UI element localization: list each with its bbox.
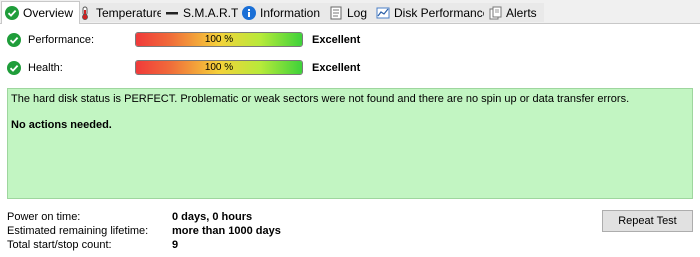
dash-icon <box>165 6 179 20</box>
info-icon <box>242 6 256 20</box>
performance-ok-icon <box>7 33 21 47</box>
performance-bar: 100 % <box>135 32 303 47</box>
thermometer-icon <box>78 6 92 20</box>
tab-disk-performance[interactable]: Disk Performance <box>372 3 497 22</box>
performance-percent: 100 % <box>204 34 234 45</box>
health-percent: 100 % <box>204 62 234 73</box>
tab-temperature[interactable]: Temperature <box>74 3 171 22</box>
lifetime-label: Estimated remaining lifetime: <box>7 225 149 237</box>
tab-alerts[interactable]: Alerts <box>484 3 544 22</box>
tab-label: Disk Performance <box>394 6 490 20</box>
tab-strip: Overview Temperature S.M.A.R.T. Informat… <box>0 0 700 24</box>
health-rating: Excellent <box>312 62 361 74</box>
tab-log[interactable]: Log <box>325 3 375 22</box>
tab-label: Temperature <box>96 6 164 20</box>
health-ok-icon <box>7 61 21 75</box>
repeat-test-button[interactable]: Repeat Test <box>602 210 693 232</box>
tab-label: Overview <box>23 6 74 20</box>
chart-icon <box>376 6 390 20</box>
startstop-label: Total start/stop count: <box>7 239 112 251</box>
tab-information[interactable]: Information <box>238 3 328 22</box>
action-message: No actions needed. <box>11 119 112 131</box>
tab-label: Information <box>260 6 321 20</box>
tab-overview[interactable]: Overview <box>1 1 81 24</box>
lifetime-value: more than 1000 days <box>172 225 281 237</box>
tab-label: Alerts <box>506 6 537 20</box>
performance-rating: Excellent <box>312 34 361 46</box>
health-label: Health: <box>28 62 63 74</box>
tab-smart[interactable]: S.M.A.R.T. <box>161 3 248 22</box>
log-icon <box>329 6 343 20</box>
power-on-label: Power on time: <box>7 211 81 223</box>
status-message-panel: The hard disk status is PERFECT. Problem… <box>7 88 693 199</box>
health-bar: 100 % <box>135 60 303 75</box>
tab-label: S.M.A.R.T. <box>183 6 241 20</box>
status-message: The hard disk status is PERFECT. Problem… <box>11 93 630 105</box>
check-circle-icon <box>5 6 19 20</box>
performance-label: Performance: <box>28 34 95 46</box>
tab-label: Log <box>347 6 368 20</box>
startstop-value: 9 <box>172 239 179 251</box>
power-on-value: 0 days, 0 hours <box>172 211 253 223</box>
alerts-icon <box>488 6 502 20</box>
